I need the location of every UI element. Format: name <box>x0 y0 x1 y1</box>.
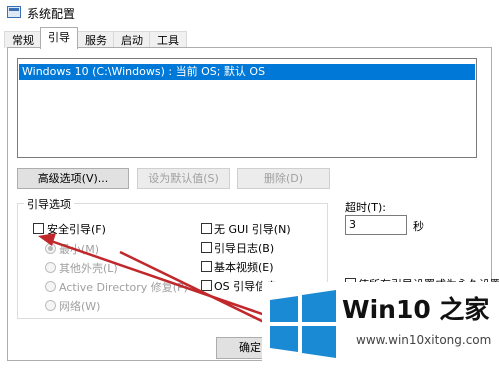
watermark-brand: Win10 之家 <box>342 295 490 324</box>
tab-boot[interactable]: 引导 <box>40 27 78 49</box>
windows-logo-icon <box>270 290 336 358</box>
arrow-head <box>38 233 56 246</box>
arrow-line-lower <box>119 250 269 326</box>
watermark-logo: Win10 之家 www.win10xitong.com <box>262 282 499 368</box>
watermark-url: www.win10xitong.com <box>356 333 492 347</box>
arrow-line-upper <box>47 238 269 318</box>
